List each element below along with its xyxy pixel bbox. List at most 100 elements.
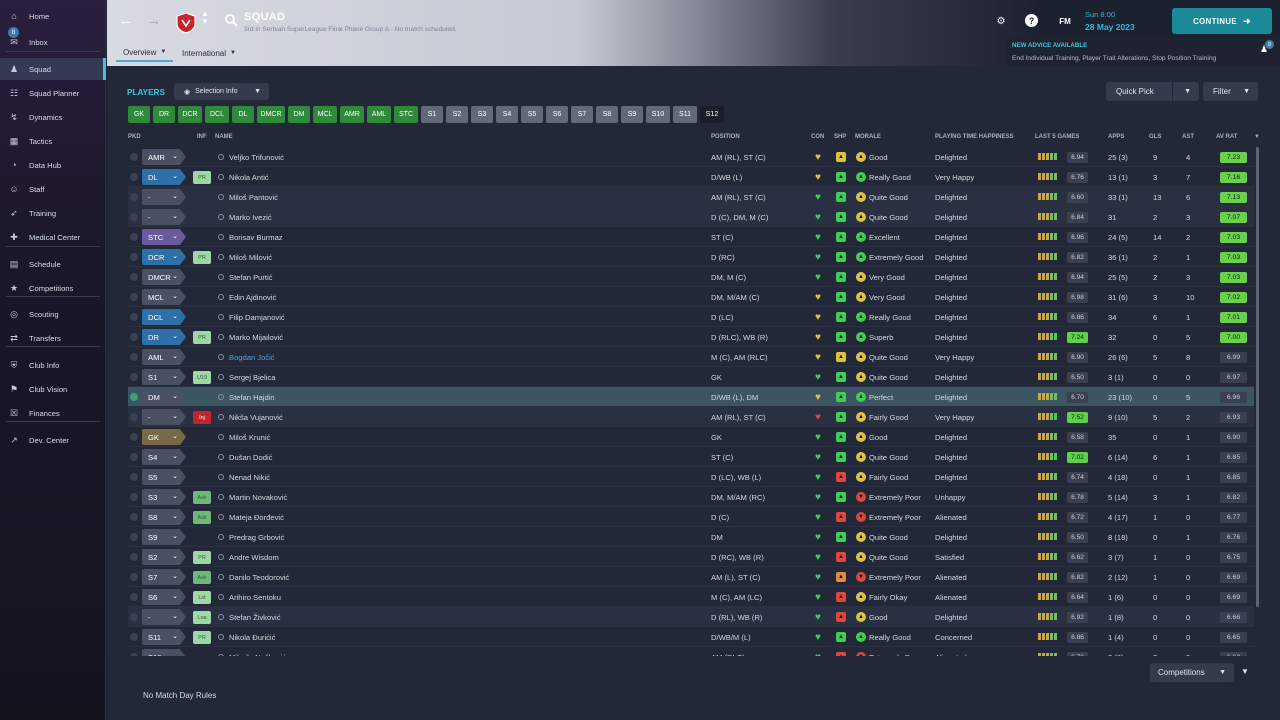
picked-toggle[interactable] xyxy=(130,233,138,241)
forward-arrow-icon[interactable]: → xyxy=(147,12,161,28)
picked-toggle[interactable] xyxy=(130,293,138,301)
club-crest-icon[interactable] xyxy=(176,12,196,34)
player-profile-icon[interactable] xyxy=(218,574,224,580)
table-row[interactable]: - ⌄ Loa Stefan Živković D (RL), WB (R) ♥ ▲ ▲ Goo… xyxy=(128,607,1254,627)
position-filter-stc[interactable]: STC xyxy=(394,106,418,123)
player-name[interactable]: Edin Ajdinović xyxy=(229,287,276,307)
position-filter-s6[interactable]: S6 xyxy=(546,106,568,123)
picked-toggle[interactable] xyxy=(130,433,138,441)
position-filter-s3[interactable]: S3 xyxy=(471,106,493,123)
position-filter-dcl[interactable]: DCL xyxy=(205,106,229,123)
position-selector[interactable]: - ⌄ xyxy=(142,189,186,205)
player-profile-icon[interactable] xyxy=(218,354,224,360)
position-selector[interactable]: DL ⌄ xyxy=(142,169,186,185)
manager-settings-icon[interactable]: ⚙ xyxy=(993,13,1009,29)
picked-toggle[interactable] xyxy=(130,153,138,161)
table-row[interactable]: - ⌄ Marko Ivezić D (C), DM, M (C) ♥ ▲ ▲ Quite G… xyxy=(128,207,1254,227)
table-row[interactable]: S11 ⌄ PR Nikola Đurićić D/WB/M (L) ♥ ▲ ▲ Really … xyxy=(128,627,1254,647)
player-profile-icon[interactable] xyxy=(218,634,224,640)
player-name[interactable]: Arihiro Sentoku xyxy=(229,587,281,607)
sidebar-item-dev-center[interactable]: ↗ Dev. Center xyxy=(0,429,106,451)
table-row[interactable]: S1 ⌄ U19 Sergej Bjelica GK ♥ ▲ ▲ Quite Good Delig… xyxy=(128,367,1254,387)
position-selector[interactable]: STC ⌄ xyxy=(142,229,186,245)
player-profile-icon[interactable] xyxy=(218,454,224,460)
position-selector[interactable]: S3 ⌄ xyxy=(142,489,186,505)
column-header-ast[interactable]: AST xyxy=(1182,134,1194,140)
position-filter-dm[interactable]: DM xyxy=(288,106,310,123)
player-profile-icon[interactable] xyxy=(218,534,224,540)
player-name[interactable]: Nenad Nikić xyxy=(229,467,270,487)
picked-toggle[interactable] xyxy=(130,533,138,541)
position-filter-aml[interactable]: AML xyxy=(367,106,391,123)
position-selector[interactable]: AML ⌄ xyxy=(142,349,186,365)
column-header-apps[interactable]: APPS xyxy=(1108,134,1124,140)
sidebar-item-club-vision[interactable]: ⚑ Club Vision xyxy=(0,378,106,400)
position-filter-dcr[interactable]: DCR xyxy=(178,106,202,123)
column-header-con[interactable]: CON xyxy=(811,134,824,140)
table-row[interactable]: DMCR ⌄ Stefan Purtić DM, M (C) ♥ ▲ ▲ Very Good D… xyxy=(128,267,1254,287)
player-profile-icon[interactable] xyxy=(218,554,224,560)
player-profile-icon[interactable] xyxy=(218,474,224,480)
picked-toggle[interactable] xyxy=(130,453,138,461)
column-header-position[interactable]: POSITION xyxy=(711,134,740,140)
sidebar-item-tactics[interactable]: ▦ Tactics xyxy=(0,130,106,152)
position-selector[interactable]: S2 ⌄ xyxy=(142,549,186,565)
table-row[interactable]: AML ⌄ Bogdan Jočić M (C), AM (RLC) ♥ ▲ ▲ Quite … xyxy=(128,347,1254,367)
player-profile-icon[interactable] xyxy=(218,374,224,380)
player-profile-icon[interactable] xyxy=(218,294,224,300)
picked-toggle[interactable] xyxy=(130,273,138,281)
picked-toggle[interactable] xyxy=(130,593,138,601)
table-row[interactable]: S5 ⌄ Nenad Nikić D (LC), WB (L) ♥ ▲ ▲ Fairly Go… xyxy=(128,467,1254,487)
position-filter-s5[interactable]: S5 xyxy=(521,106,543,123)
position-selector[interactable]: DMCR ⌄ xyxy=(142,269,186,285)
table-row[interactable]: DM ⌄ Stefan Hajdin D/WB (L), DM ♥ ▲ ▲ Perfect De… xyxy=(128,387,1254,407)
position-selector[interactable]: MCL ⌄ xyxy=(142,289,186,305)
player-name[interactable]: Stefan Živković xyxy=(229,607,281,627)
picked-toggle[interactable] xyxy=(130,573,138,581)
player-name[interactable]: Filip Damjanović xyxy=(229,307,285,327)
sidebar-item-medical-center[interactable]: ✚ Medical Center xyxy=(0,226,106,248)
tab-overview[interactable]: Overview ▼ xyxy=(116,44,174,62)
picked-toggle[interactable] xyxy=(130,393,138,401)
filter-button[interactable]: Filter ▼ xyxy=(1203,82,1258,101)
player-name[interactable]: Mihajlo Nešković xyxy=(229,647,286,657)
table-row[interactable]: S6 ⌄ Lst Arihiro Sentoku M (C), AM (LC) ♥ ▲ ▲ Fa… xyxy=(128,587,1254,607)
player-name[interactable]: Borisav Burmaz xyxy=(229,227,283,247)
selection-info-dropdown[interactable]: ◉ Selection Info ▼ xyxy=(174,83,269,100)
position-selector[interactable]: DCL ⌄ xyxy=(142,309,186,325)
sidebar-item-club-info[interactable]: ⛨ Club Info xyxy=(0,354,106,376)
player-name[interactable]: Nikša Vujanović xyxy=(229,407,283,427)
player-name[interactable]: Danilo Teodorović xyxy=(229,567,289,587)
player-profile-icon[interactable] xyxy=(218,314,224,320)
position-filter-s10[interactable]: S10 xyxy=(646,106,670,123)
column-header-morale[interactable]: MORALE xyxy=(855,134,881,140)
table-row[interactable]: MCL ⌄ Edin Ajdinović DM, M/AM (C) ♥ ▲ ▲ Very Go… xyxy=(128,287,1254,307)
player-name[interactable]: Marko Ivezić xyxy=(229,207,272,227)
position-selector[interactable]: S5 ⌄ xyxy=(142,469,186,485)
player-name[interactable]: Nikola Đurićić xyxy=(229,627,275,647)
player-name[interactable]: Marko Mijailović xyxy=(229,327,283,347)
table-row[interactable]: S8 ⌄ Ask Mateja Đorđević D (C) ♥ ▲ ▼ Extremely P… xyxy=(128,507,1254,527)
column-header-name[interactable]: NAME xyxy=(215,134,233,140)
fm-menu-button[interactable]: FM xyxy=(1057,13,1073,29)
player-profile-icon[interactable] xyxy=(218,174,224,180)
sidebar-item-schedule[interactable]: ▤ Schedule xyxy=(0,253,106,275)
table-row[interactable]: - ⌄ Inj Nikša Vujanović AM (RL), ST (C) ♥ ▲ ▲ Fa… xyxy=(128,407,1254,427)
sidebar-item-scouting[interactable]: ◎ Scouting xyxy=(0,303,106,325)
search-icon[interactable] xyxy=(225,14,238,27)
table-row[interactable]: - ⌄ Miloš Pantović AM (RL), ST (C) ♥ ▲ ▲ Quite … xyxy=(128,187,1254,207)
position-filter-s8[interactable]: S8 xyxy=(596,106,618,123)
column-header-avr[interactable]: AV RAT xyxy=(1216,134,1237,140)
picked-toggle[interactable] xyxy=(130,333,138,341)
table-row[interactable]: GK ⌄ Miloš Krunić GK ♥ ▲ ▲ Good Delighted 6.58 35 0… xyxy=(128,427,1254,447)
player-name[interactable]: Nikola Antić xyxy=(229,167,269,187)
column-header-pkd[interactable]: PKD xyxy=(128,134,141,140)
player-name[interactable]: Veljko Trifunović xyxy=(229,147,284,167)
table-row[interactable]: STC ⌄ Borisav Burmaz ST (C) ♥ ▲ ▲ Excellent Deli… xyxy=(128,227,1254,247)
player-profile-icon[interactable] xyxy=(218,434,224,440)
quick-pick-button[interactable]: Quick Pick ▼ xyxy=(1106,82,1199,101)
position-selector[interactable]: - ⌄ xyxy=(142,209,186,225)
sidebar-item-training[interactable]: ➶ Training xyxy=(0,202,106,224)
picked-toggle[interactable] xyxy=(130,313,138,321)
sidebar-item-squad-planner[interactable]: ☷ Squad Planner xyxy=(0,82,106,104)
